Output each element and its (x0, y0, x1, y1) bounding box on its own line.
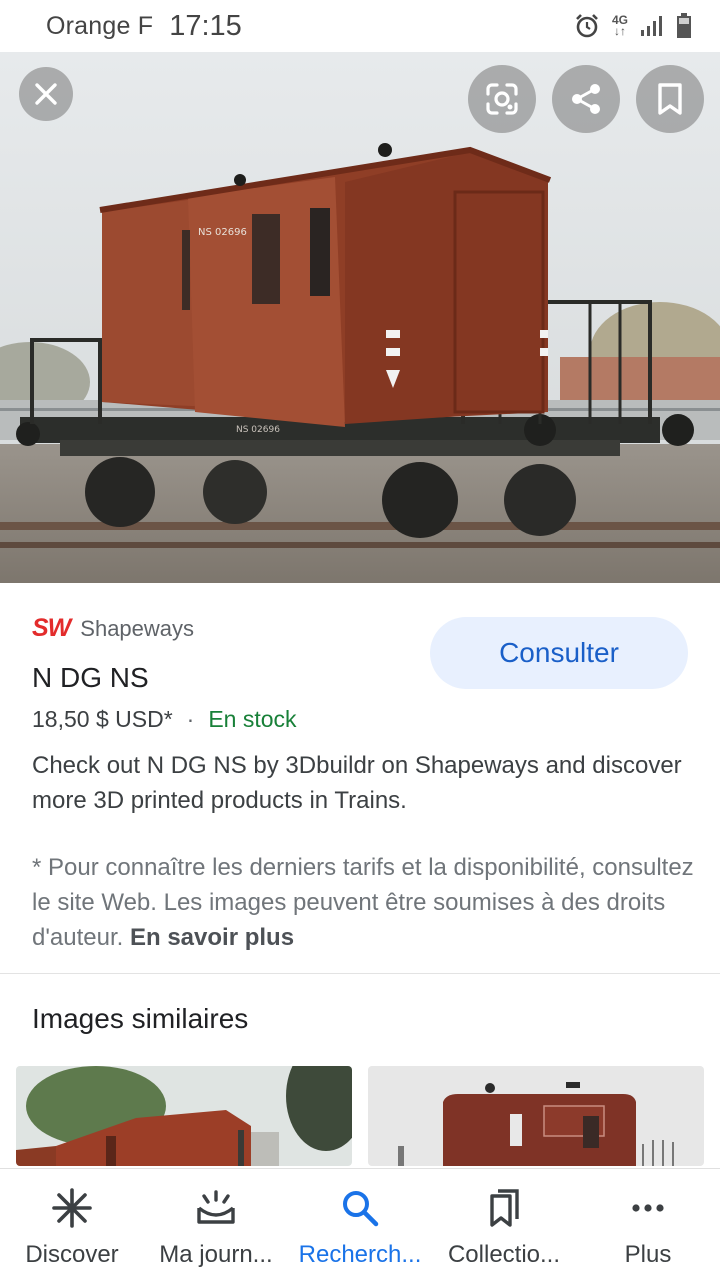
lens-icon (486, 83, 518, 115)
nav-label: Ma journ... (159, 1241, 273, 1268)
price-row: 18,50 $ USD* · En stock (32, 706, 297, 733)
nav-collections[interactable]: Collectio... (432, 1169, 576, 1280)
battery-icon (676, 13, 692, 39)
status-bar: Orange F 17:15 4G ↓↑ (0, 0, 720, 52)
status-icons: 4G ↓↑ (574, 13, 692, 39)
sunrise-icon (197, 1190, 235, 1224)
nav-my-day[interactable]: Ma journ... (144, 1169, 288, 1280)
status-time: 17:15 (169, 9, 242, 42)
similar-image-thumbnail[interactable] (368, 1066, 704, 1166)
section-divider (0, 973, 720, 974)
similar-image-thumbnail[interactable] (16, 1066, 352, 1166)
signal-icon (640, 15, 664, 37)
lens-button[interactable] (468, 65, 536, 133)
similar-image-2 (368, 1066, 704, 1166)
share-button[interactable] (552, 65, 620, 133)
network-4g-icon: 4G ↓↑ (611, 13, 628, 38)
learn-more-link[interactable]: En savoir plus (130, 924, 294, 951)
product-title: N DG NS (32, 662, 149, 693)
close-icon (35, 83, 57, 105)
save-button[interactable] (636, 65, 704, 133)
price: 18,50 $ USD* (32, 706, 173, 732)
result-source[interactable]: SW Shapeways (32, 614, 194, 643)
shapeways-logo: SW (32, 614, 71, 642)
product-description: Check out N DG NS by 3Dbuildr on Shapewa… (32, 752, 682, 814)
similar-image-1 (16, 1066, 352, 1166)
carrier-name: Orange F (46, 11, 154, 40)
search-icon (343, 1191, 379, 1227)
network-type-label: 4G (611, 13, 628, 27)
nav-label: Plus (624, 1241, 672, 1268)
share-icon (572, 84, 600, 114)
asterisk-icon (52, 1188, 92, 1228)
product-image[interactable]: NS 02696 NS 02696 (0, 52, 720, 583)
nav-search[interactable]: Recherch... (288, 1169, 432, 1280)
bookmark-icon (658, 83, 682, 115)
close-button[interactable] (19, 67, 73, 121)
source-name: Shapeways (80, 615, 195, 641)
collections-icon (490, 1189, 519, 1227)
separator-dot: · (186, 706, 195, 732)
nav-more[interactable]: Plus (576, 1169, 720, 1280)
nav-label: Recherch... (298, 1241, 422, 1268)
bottom-navigation: Discover Ma journ... Recherch... Collect… (0, 1168, 720, 1280)
nav-label: Collectio... (447, 1241, 561, 1268)
chassis-number-plate: NS 02696 (236, 425, 280, 435)
more-icon (632, 1204, 664, 1212)
alarm-icon (574, 13, 600, 39)
wagon-number-plate: NS 02696 (198, 227, 247, 238)
disclaimer: * Pour connaître les derniers tarifs et … (32, 850, 702, 955)
nav-discover[interactable]: Discover (0, 1169, 144, 1280)
brake-van-photo: NS 02696 NS 02696 (0, 52, 720, 583)
availability-status: En stock (208, 706, 297, 732)
nav-label: Discover (25, 1241, 119, 1268)
similar-images-heading: Images similaires (32, 1003, 249, 1034)
visit-button[interactable]: Consulter (430, 617, 688, 689)
